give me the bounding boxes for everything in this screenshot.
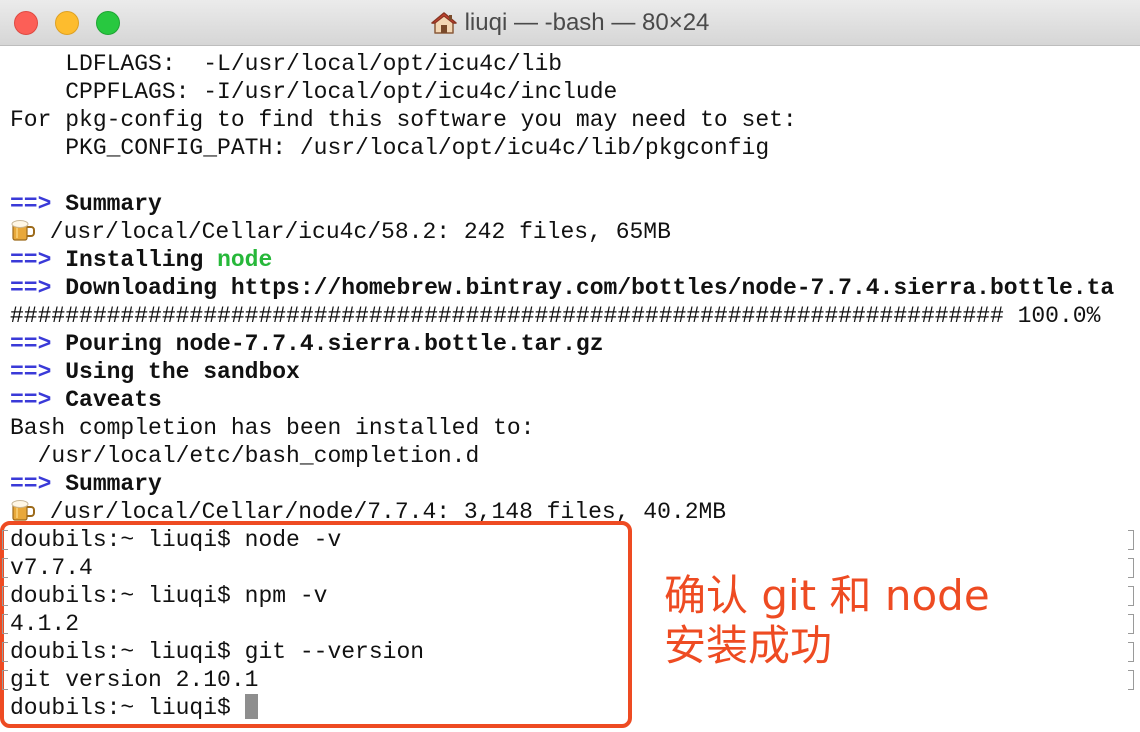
terminal-line: doubils:~ liuqi$ git --version (10, 638, 1122, 666)
line-text: doubils:~ liuqi$ git --version (10, 639, 425, 665)
line-mark-right (1128, 642, 1134, 662)
package-name: node (217, 247, 273, 273)
text-cursor (244, 694, 258, 719)
line-mark-left (2, 558, 8, 578)
status-label: Summary (51, 191, 162, 217)
beer-mug-icon (10, 499, 36, 525)
status-label: Summary (51, 471, 162, 497)
line-text: Bash completion has been installed to: (10, 415, 535, 441)
terminal-line: For pkg-config to find this software you… (10, 106, 1122, 134)
status-label: Caveats (51, 387, 162, 413)
annotation-line-2: 安装成功 (664, 621, 833, 670)
line-text: CPPFLAGS: -I/usr/local/opt/icu4c/include (10, 79, 618, 105)
annotation-line-1: 确认 git 和 node (664, 571, 990, 620)
line-text: v7.7.4 (10, 555, 93, 581)
line-text: doubils:~ liuqi$ npm -v (10, 583, 328, 609)
line-text: PKG_CONFIG_PATH: /usr/local/opt/icu4c/li… (10, 135, 770, 161)
line-mark-right (1128, 670, 1134, 690)
line-mark-right (1128, 614, 1134, 634)
arrow-marker: ==> (10, 247, 52, 273)
line-mark-left (2, 586, 8, 606)
line-text: /usr/local/etc/bash_completion.d (10, 443, 480, 469)
terminal-line: ==> Caveats (10, 386, 1122, 414)
terminal-line: Bash completion has been installed to: (10, 414, 1122, 442)
home-icon (430, 12, 457, 34)
line-mark-left (2, 530, 8, 550)
terminal-line: ==> Summary (10, 470, 1122, 498)
line-text: git version 2.10.1 (10, 667, 259, 693)
beer-mug-icon (10, 219, 36, 245)
terminal-line: doubils:~ liuqi$ (10, 694, 1122, 722)
arrow-marker: ==> (10, 331, 52, 357)
terminal-line: LDFLAGS: -L/usr/local/opt/icu4c/lib (10, 50, 1122, 78)
line-mark-right (1128, 530, 1134, 550)
terminal-line: ==> Summary (10, 190, 1122, 218)
terminal-line: /usr/local/Cellar/node/7.7.4: 3,148 file… (10, 498, 1122, 526)
terminal-line: /usr/local/etc/bash_completion.d (10, 442, 1122, 470)
terminal-line: PKG_CONFIG_PATH: /usr/local/opt/icu4c/li… (10, 134, 1122, 162)
line-mark-left (2, 642, 8, 662)
line-text: ########################################… (10, 303, 1101, 329)
arrow-marker: ==> (10, 275, 52, 301)
terminal-line: ==> Using the sandbox (10, 358, 1122, 386)
line-mark-left (2, 670, 8, 690)
arrow-marker: ==> (10, 387, 52, 413)
terminal-line: ########################################… (10, 302, 1122, 330)
status-label: Pouring node-7.7.4.sierra.bottle.tar.gz (51, 331, 604, 357)
line-text: For pkg-config to find this software you… (10, 107, 797, 133)
terminal-line: ==> Installing node (10, 246, 1122, 274)
terminal-window: liuqi — -bash — 80×24 LDFLAGS: -L/usr/lo… (0, 0, 1140, 732)
terminal-line: CPPFLAGS: -I/usr/local/opt/icu4c/include (10, 78, 1122, 106)
status-label: Using the sandbox (51, 359, 300, 385)
status-label: Downloading https://homebrew.bintray.com… (51, 275, 1115, 301)
terminal-line: git version 2.10.1 (10, 666, 1122, 694)
line-text: 4.1.2 (10, 611, 80, 637)
arrow-marker: ==> (10, 191, 52, 217)
line-mark-right (1128, 558, 1134, 578)
line-text: doubils:~ liuqi$ node -v (10, 527, 342, 553)
terminal-line: doubils:~ liuqi$ node -v (10, 526, 1122, 554)
terminal-line: ==> Pouring node-7.7.4.sierra.bottle.tar… (10, 330, 1122, 358)
line-mark-left (2, 614, 8, 634)
arrow-marker: ==> (10, 471, 52, 497)
line-mark-right (1128, 586, 1134, 606)
terminal-output[interactable]: LDFLAGS: -L/usr/local/opt/icu4c/lib CPPF… (10, 50, 1130, 732)
terminal-line: /usr/local/Cellar/icu4c/58.2: 242 files,… (10, 218, 1122, 246)
window-title: liuqi — -bash — 80×24 (0, 0, 1140, 46)
line-text: LDFLAGS: -L/usr/local/opt/icu4c/lib (10, 51, 563, 77)
terminal-line: ==> Downloading https://homebrew.bintray… (10, 274, 1122, 302)
line-text: /usr/local/Cellar/icu4c/58.2: 242 files,… (36, 219, 671, 245)
window-title-text: liuqi — -bash — 80×24 (464, 9, 710, 36)
title-bar[interactable]: liuqi — -bash — 80×24 (0, 0, 1140, 46)
line-text: doubils:~ liuqi$ (10, 695, 245, 721)
line-text: /usr/local/Cellar/node/7.7.4: 3,148 file… (36, 499, 727, 525)
status-label: Installing (51, 247, 218, 273)
arrow-marker: ==> (10, 359, 52, 385)
